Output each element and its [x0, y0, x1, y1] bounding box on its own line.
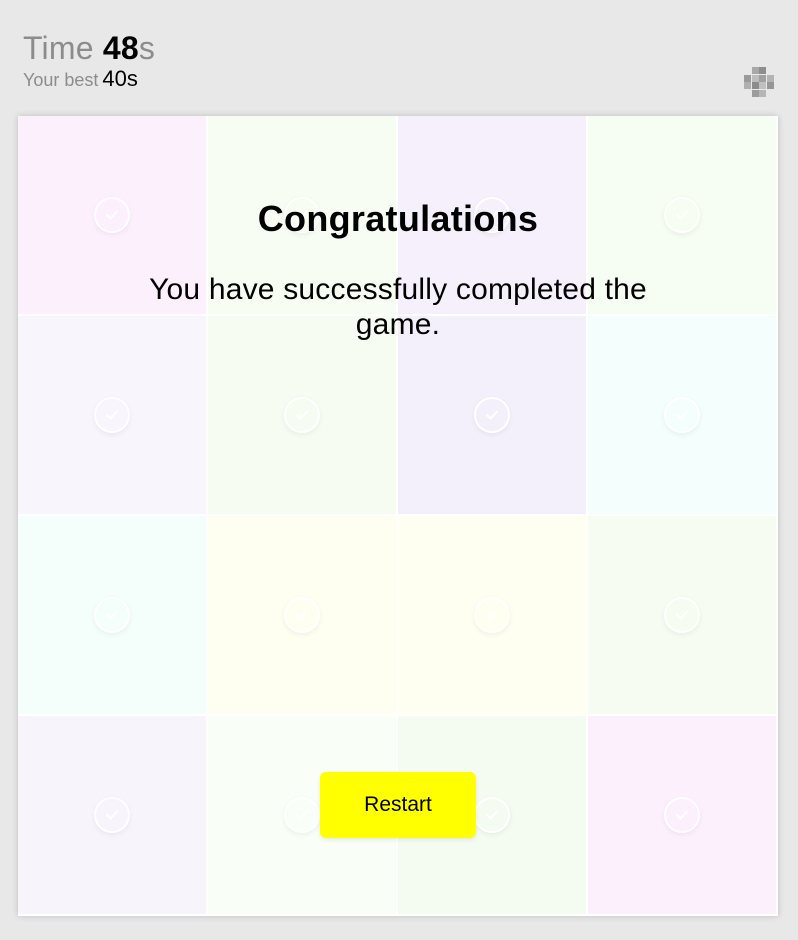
best-score: Your best 40s [23, 66, 155, 93]
congrats-title: Congratulations [257, 198, 539, 239]
timer: Time 48s [23, 30, 155, 66]
time-label: Time [23, 30, 94, 66]
game-board: Congratulations You have successfully co… [18, 116, 778, 916]
best-value: 40s [102, 66, 138, 91]
completion-overlay: Congratulations You have successfully co… [18, 116, 778, 916]
time-unit: s [138, 30, 156, 66]
congrats-message: You have successfully completed the game… [149, 273, 647, 341]
restart-button[interactable]: Restart [320, 772, 476, 838]
stats-header: Time 48s Your best 40s [23, 30, 155, 93]
time-value: 48 [102, 30, 139, 66]
grid-pattern-icon[interactable] [744, 67, 774, 97]
best-label: Your best [23, 70, 99, 90]
